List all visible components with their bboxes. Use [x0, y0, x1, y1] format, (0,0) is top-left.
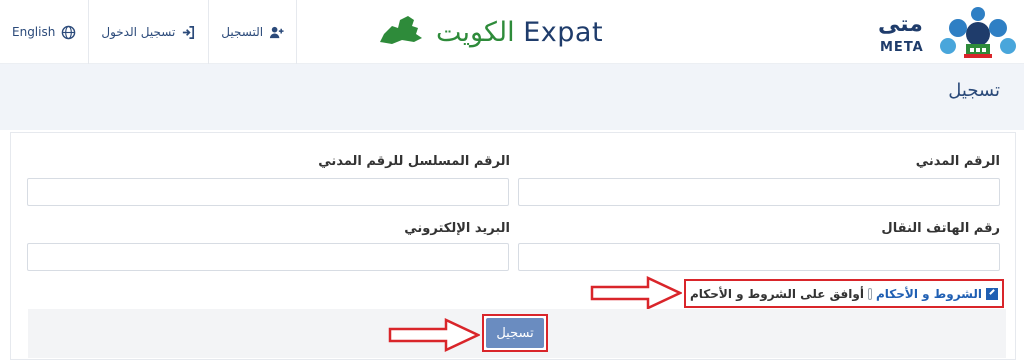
email-label: البريد الإلكتروني [404, 221, 510, 236]
meta-logo: متى META [876, 4, 1020, 62]
expat-kuwait-brand: الكويت Expat [378, 10, 634, 54]
logo-latin: META [880, 40, 924, 55]
login-label: تسجيل الدخول [101, 25, 176, 39]
sail-emblem-icon [940, 7, 1016, 58]
email-input[interactable] [27, 243, 509, 271]
logo-arabic: متى [878, 12, 923, 37]
agree-label: أوافق على الشروط و الأحكام [690, 286, 864, 301]
terms-link[interactable]: الشروط و الأحكام [876, 287, 998, 301]
page-title: تسجيل [948, 80, 1000, 101]
user-plus-icon [270, 26, 284, 38]
agree-checkbox[interactable] [867, 287, 872, 300]
sign-in-icon [183, 25, 195, 39]
top-navbar: English تسجيل الدخول التسجيل الكويت Expa… [0, 0, 1024, 64]
arrow-icon [590, 276, 682, 310]
spacer [0, 120, 1024, 130]
terms-link-label: الشروط و الأحكام [875, 286, 982, 301]
page-title-bar: تسجيل [0, 64, 1024, 120]
globe-icon [62, 25, 76, 39]
register-label: التسجيل [221, 25, 264, 39]
nav-links: English تسجيل الدخول التسجيل [0, 0, 298, 64]
kuwait-map-icon [380, 16, 422, 44]
civil-id-label: الرقم المدني [915, 154, 1000, 169]
serial-number-input[interactable] [27, 178, 509, 206]
serial-number-label: الرقم المسلسل للرقم المدني [318, 154, 510, 169]
terms-agreement: الشروط و الأحكام أوافق على الشروط و الأح… [684, 279, 1004, 308]
mobile-phone-input[interactable] [518, 243, 1000, 271]
language-link[interactable]: English [0, 0, 90, 64]
register-submit-button[interactable]: تسجيل [486, 318, 544, 348]
brand-arabic: الكويت [436, 16, 515, 48]
brand-title: الكويت Expat [436, 17, 603, 48]
civil-id-input[interactable] [518, 178, 1000, 206]
arrow-icon [388, 318, 480, 352]
language-label: English [12, 25, 56, 39]
mobile-phone-label: رقم الهاتف النقال [881, 221, 1000, 236]
edit-icon [986, 287, 998, 300]
login-link[interactable]: تسجيل الدخول [89, 0, 210, 64]
brand-latin: Expat [523, 16, 604, 48]
register-link[interactable]: التسجيل [209, 0, 298, 64]
